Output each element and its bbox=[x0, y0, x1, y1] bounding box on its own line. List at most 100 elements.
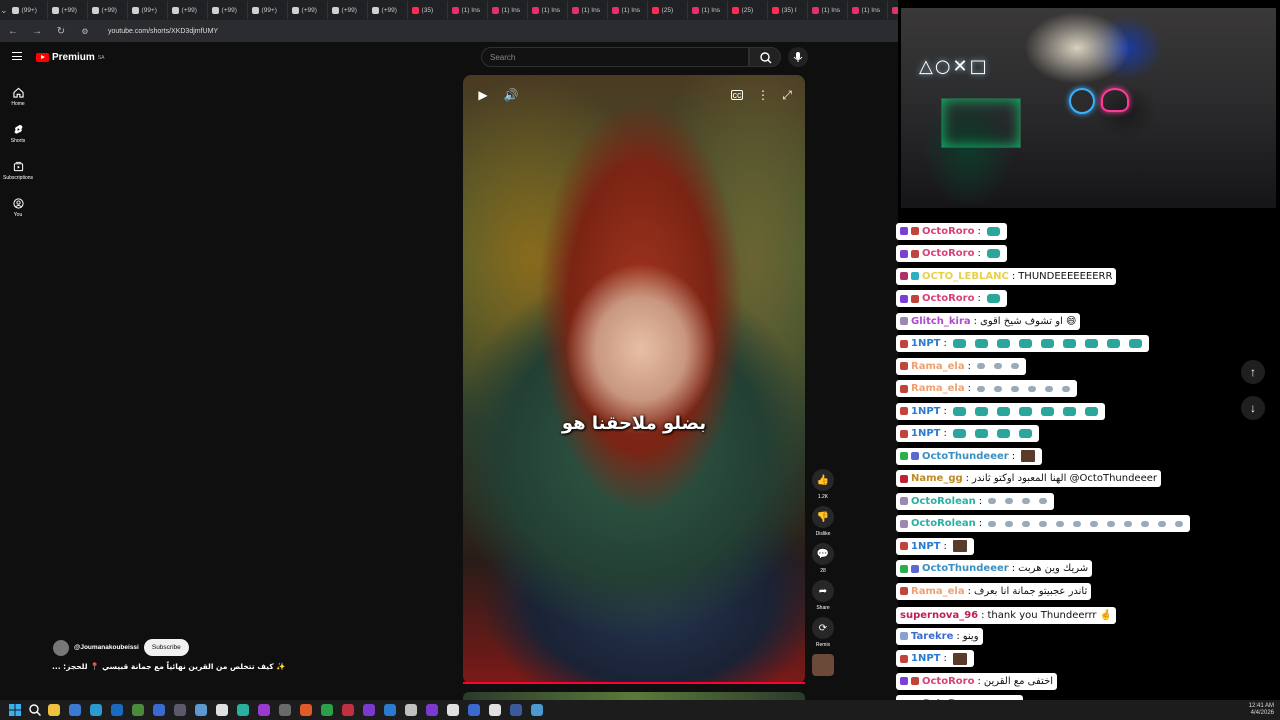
captions-icon[interactable]: cc bbox=[731, 90, 743, 100]
browser-tab[interactable]: (+99) bbox=[368, 1, 408, 19]
chat-username[interactable]: 1NPT bbox=[911, 406, 940, 417]
fullscreen-icon[interactable]: ⤢ bbox=[779, 87, 795, 103]
browser-tab[interactable]: (99+) bbox=[8, 1, 48, 19]
voice-search-button[interactable] bbox=[788, 47, 808, 67]
browser-tab[interactable]: (+99) bbox=[168, 1, 208, 19]
chat-username[interactable]: Rama_ela bbox=[911, 361, 965, 372]
taskbar-app-icon[interactable] bbox=[195, 704, 207, 716]
browser-tab[interactable]: (1) Ins bbox=[608, 1, 648, 19]
browser-tab[interactable]: (1) Ins bbox=[848, 1, 888, 19]
browser-tab[interactable]: (35) I bbox=[768, 1, 808, 19]
chat-username[interactable]: OctoRolean bbox=[911, 518, 976, 529]
taskbar-app-icon[interactable] bbox=[426, 704, 438, 716]
browser-tab[interactable]: (1) Ins bbox=[528, 1, 568, 19]
chat-username[interactable]: 1NPT bbox=[911, 428, 940, 439]
browser-tab[interactable]: (+99) bbox=[288, 1, 328, 19]
next-short-preview[interactable] bbox=[463, 692, 805, 700]
tab-search-icon[interactable]: ⌄ bbox=[0, 1, 8, 19]
forward-icon[interactable]: → bbox=[30, 26, 44, 37]
chat-username[interactable]: OctoRoro bbox=[922, 226, 974, 237]
taskbar-app-icon[interactable] bbox=[447, 704, 459, 716]
scroll-down-button[interactable]: ↓ bbox=[1241, 396, 1265, 420]
back-icon[interactable]: ← bbox=[6, 26, 20, 37]
chat-username[interactable]: OctoRoro bbox=[922, 676, 974, 687]
browser-tab[interactable]: (+99) bbox=[48, 1, 88, 19]
browser-tab[interactable]: (+99) bbox=[328, 1, 368, 19]
browser-tab[interactable]: (99+) bbox=[248, 1, 288, 19]
scroll-up-button[interactable]: ↑ bbox=[1241, 360, 1265, 384]
site-info-icon[interactable]: ⚙ bbox=[78, 27, 92, 36]
browser-tab[interactable]: (35) bbox=[408, 1, 448, 19]
taskbar-app-icon[interactable] bbox=[237, 704, 249, 716]
sidebar-item-home[interactable]: Home bbox=[0, 78, 36, 115]
browser-tab[interactable]: (1) Ins bbox=[688, 1, 728, 19]
chat-username[interactable]: OctoRoro bbox=[922, 248, 974, 259]
taskbar-app-icon[interactable] bbox=[258, 704, 270, 716]
windows-start-icon[interactable] bbox=[8, 703, 22, 717]
menu-icon[interactable] bbox=[12, 52, 22, 60]
taskbar-app-icon[interactable] bbox=[321, 704, 333, 716]
sidebar-item-shorts[interactable]: Shorts bbox=[0, 115, 36, 152]
taskbar-search-icon[interactable] bbox=[28, 703, 42, 717]
taskbar-app-icon[interactable] bbox=[279, 704, 291, 716]
browser-tab[interactable]: (25) bbox=[728, 1, 768, 19]
browser-tab[interactable]: (1) Ins bbox=[888, 1, 898, 19]
taskbar-app-icon[interactable] bbox=[48, 704, 60, 716]
browser-tab[interactable]: (1) Ins bbox=[448, 1, 488, 19]
sidebar-item-you[interactable]: You bbox=[0, 189, 36, 226]
taskbar-app-icon[interactable] bbox=[384, 704, 396, 716]
channel-avatar[interactable] bbox=[53, 639, 69, 656]
browser-tab[interactable]: (+99) bbox=[88, 1, 128, 19]
chat-username[interactable]: 1NPT bbox=[911, 653, 940, 664]
chat-username[interactable]: OCTO_LEBLANC bbox=[922, 271, 1009, 282]
play-icon[interactable]: ▶ bbox=[475, 87, 491, 103]
browser-tab[interactable]: (25) bbox=[648, 1, 688, 19]
search-input[interactable]: Search bbox=[481, 47, 749, 67]
browser-tab[interactable]: (1) Ins bbox=[568, 1, 608, 19]
chat-username[interactable]: OctoRoro bbox=[922, 293, 974, 304]
remix-button[interactable]: ⟳ Remix bbox=[810, 617, 836, 648]
taskbar-app-icon[interactable] bbox=[489, 704, 501, 716]
url-field[interactable]: youtube.com/shorts/XKD3djmfUMY bbox=[108, 28, 218, 35]
browser-tab[interactable]: (1) Ins bbox=[808, 1, 848, 19]
chat-username[interactable]: Rama_ela bbox=[911, 383, 965, 394]
chat-username[interactable]: Rama_ela bbox=[911, 586, 965, 597]
taskbar-app-icon[interactable] bbox=[468, 704, 480, 716]
chat-username[interactable]: supernova_96 bbox=[900, 610, 978, 621]
share-button[interactable]: ➦ Share bbox=[810, 580, 836, 611]
taskbar-app-icon[interactable] bbox=[69, 704, 81, 716]
reload-icon[interactable]: ↻ bbox=[54, 26, 68, 37]
browser-tab[interactable]: (+99) bbox=[208, 1, 248, 19]
system-clock[interactable]: 12:41 AM 4/4/2026 bbox=[1249, 703, 1274, 717]
chat-username[interactable]: OctoThundeeer bbox=[922, 451, 1009, 462]
video-title[interactable]: ✨ كيف تتخلص من القرين نهائياً مع جمانة ق… bbox=[52, 662, 286, 671]
taskbar-app-icon[interactable] bbox=[153, 704, 165, 716]
chat-username[interactable]: Glitch_kira bbox=[911, 316, 971, 327]
browser-tab[interactable]: (99+) bbox=[128, 1, 168, 19]
taskbar-app-icon[interactable] bbox=[216, 704, 228, 716]
taskbar-app-icon[interactable] bbox=[300, 704, 312, 716]
taskbar-app-icon[interactable] bbox=[531, 704, 543, 716]
subscribe-button[interactable]: Subscribe bbox=[143, 639, 189, 656]
taskbar-app-icon[interactable] bbox=[363, 704, 375, 716]
chat-username[interactable]: OctoThundeeer bbox=[922, 563, 1009, 574]
chat-username[interactable]: Name_gg bbox=[911, 473, 963, 484]
channel-handle[interactable]: @Joumanakoubeissi bbox=[74, 644, 139, 651]
chat-username[interactable]: 1NPT bbox=[911, 338, 940, 349]
chat-username[interactable]: Tarekre bbox=[911, 631, 953, 642]
sidebar-item-subscriptions[interactable]: Subscriptions bbox=[0, 152, 36, 189]
taskbar-app-icon[interactable] bbox=[510, 704, 522, 716]
video-progress-bar[interactable] bbox=[463, 682, 805, 684]
comments-button[interactable]: 💬 28 bbox=[810, 543, 836, 574]
youtube-logo[interactable]: Premium SA bbox=[36, 52, 104, 63]
audio-thumbnail[interactable] bbox=[812, 654, 834, 676]
taskbar-app-icon[interactable] bbox=[174, 704, 186, 716]
like-button[interactable]: 👍 1.2K bbox=[810, 469, 836, 500]
volume-icon[interactable]: 🔊 bbox=[503, 87, 519, 103]
taskbar-app-icon[interactable] bbox=[342, 704, 354, 716]
more-options-icon[interactable]: ⋮ bbox=[755, 87, 771, 103]
browser-tab[interactable]: (1) Ins bbox=[488, 1, 528, 19]
search-button[interactable] bbox=[749, 47, 781, 67]
chat-username[interactable]: 1NPT bbox=[911, 541, 940, 552]
taskbar-app-icon[interactable] bbox=[90, 704, 102, 716]
